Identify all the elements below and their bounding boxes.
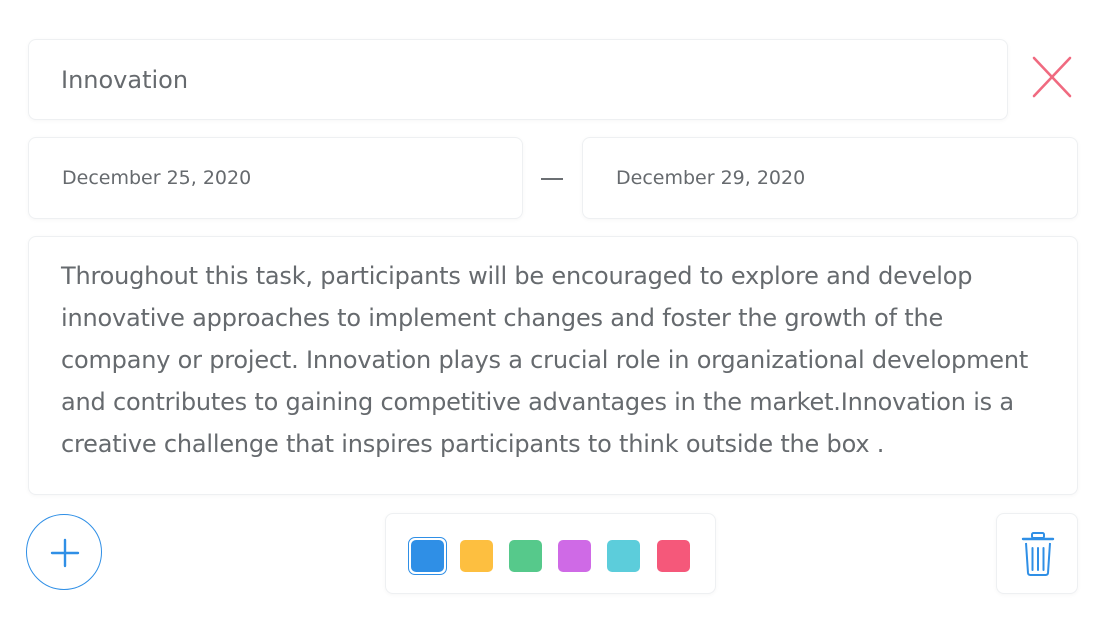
color-swatch-blue[interactable] [408,537,447,575]
task-title-input[interactable] [61,40,961,119]
color-swatch-pink[interactable] [657,540,690,572]
color-swatch-cyan[interactable] [607,540,640,572]
color-swatch-green[interactable] [509,540,542,572]
color-swatch-yellow[interactable] [460,540,493,572]
task-description-text[interactable]: Throughout this task, participants will … [61,255,1059,465]
task-title-field[interactable] [28,39,1008,120]
close-button[interactable] [1028,54,1076,100]
plus-icon [50,538,80,568]
start-date-field[interactable]: December 25, 2020 [28,137,523,219]
color-picker [385,513,716,594]
trash-icon [1021,532,1055,576]
add-button[interactable] [26,514,102,590]
start-date-value: December 25, 2020 [62,167,252,189]
end-date-field[interactable]: December 29, 2020 [582,137,1078,219]
delete-button[interactable] [996,513,1078,594]
color-swatch-purple[interactable] [558,540,591,572]
date-range-separator [541,178,563,180]
close-icon [1032,56,1072,98]
task-description-field[interactable]: Throughout this task, participants will … [28,236,1078,495]
end-date-value: December 29, 2020 [616,167,806,189]
